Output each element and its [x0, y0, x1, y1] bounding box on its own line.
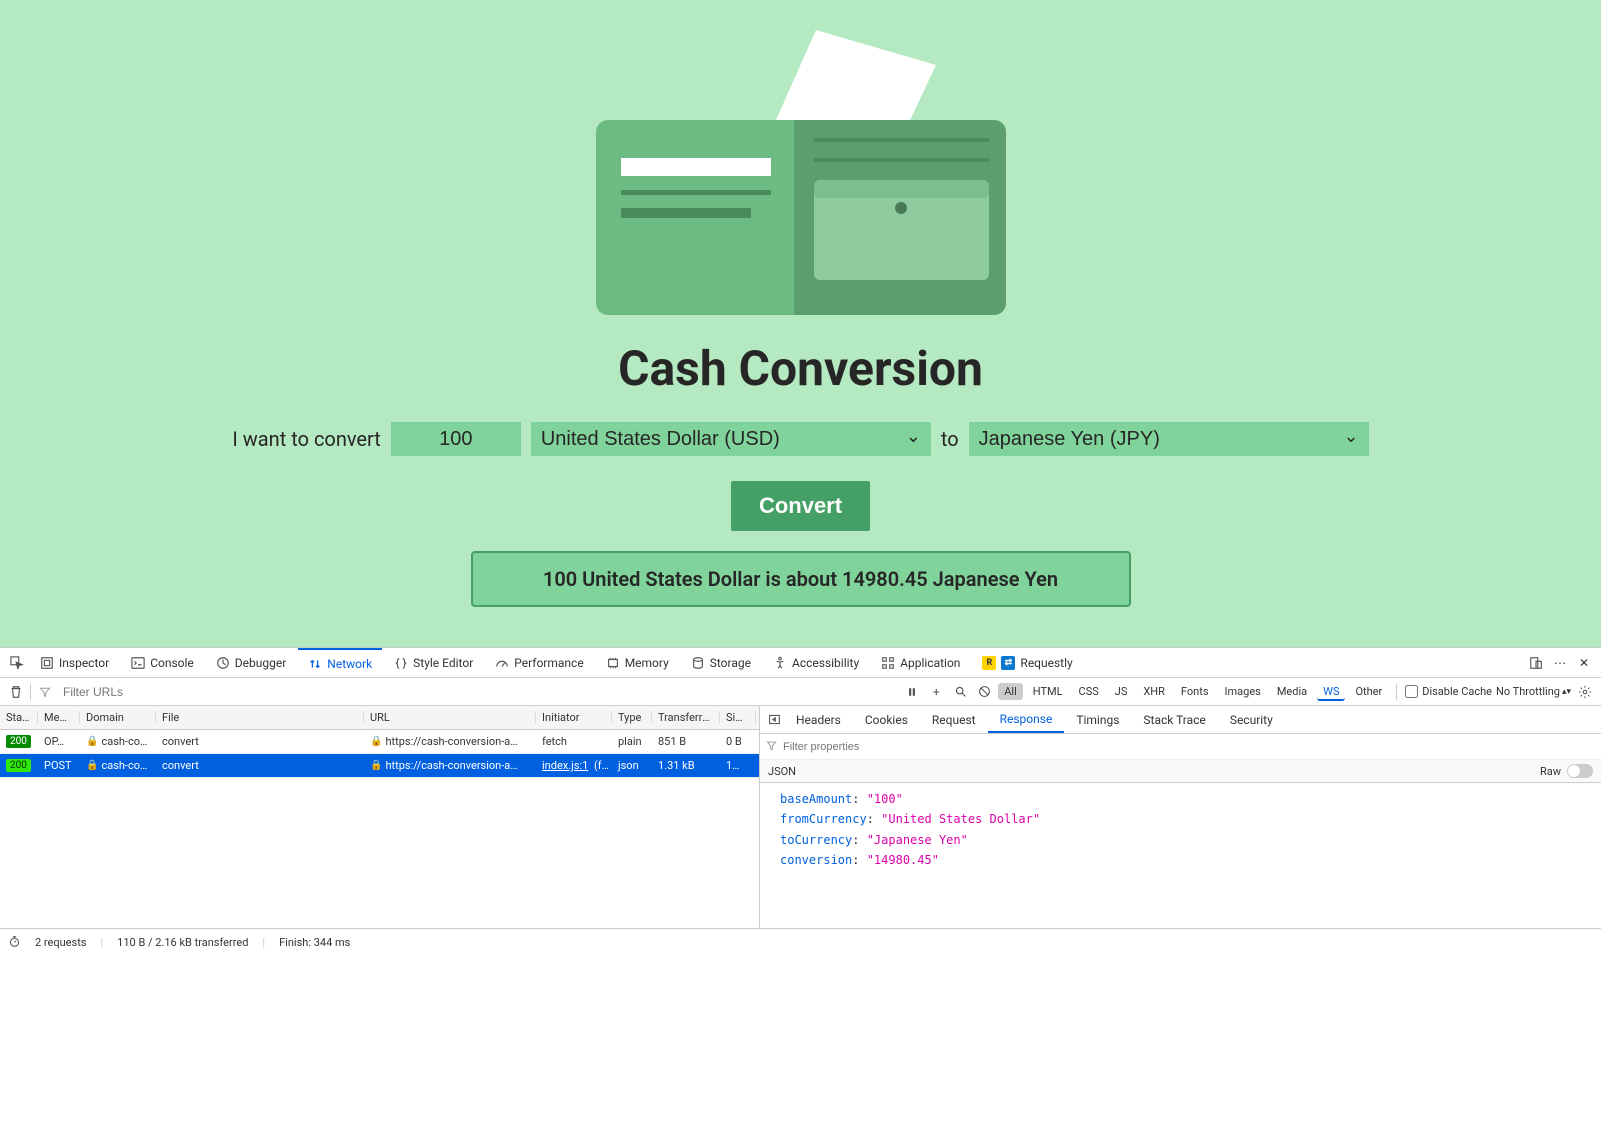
tab-memory[interactable]: Memory	[596, 648, 679, 677]
details-tab-stack-trace[interactable]: Stack Trace	[1131, 706, 1217, 733]
table-row[interactable]: 200 OP… 🔒cash-co… convert 🔒https://cash-…	[0, 730, 759, 754]
console-icon	[131, 656, 145, 670]
tab-application[interactable]: Application	[871, 648, 970, 677]
to-currency-select[interactable]: Japanese Yen (JPY)	[969, 422, 1369, 456]
debugger-icon	[216, 656, 230, 670]
th-initiator[interactable]: Initiator	[536, 711, 612, 724]
plus-icon[interactable]: +	[926, 682, 946, 702]
chip-xhr[interactable]: XHR	[1137, 683, 1171, 700]
footer-requests: 2 requests	[35, 936, 86, 949]
pause-icon[interactable]	[902, 682, 922, 702]
to-label: to	[941, 427, 959, 451]
inspect-element-icon[interactable]	[6, 652, 28, 674]
trash-icon[interactable]	[6, 682, 26, 702]
tab-debugger[interactable]: Debugger	[206, 648, 297, 677]
convert-button[interactable]: Convert	[731, 481, 870, 531]
storage-icon	[691, 656, 705, 670]
filter-icon[interactable]	[35, 682, 55, 702]
convert-label: I want to convert	[232, 427, 380, 451]
json-section-header[interactable]: JSON Raw	[760, 760, 1601, 783]
app-page: Cash Conversion I want to convert United…	[0, 0, 1601, 647]
conversion-form: I want to convert United States Dollar (…	[0, 422, 1601, 456]
lock-icon: 🔒	[370, 736, 382, 747]
network-icon	[308, 657, 322, 671]
details-tab-response[interactable]: Response	[988, 706, 1065, 733]
filter-urls-input[interactable]	[59, 683, 179, 701]
requestly-ext-icon2: ⇄	[1001, 656, 1015, 670]
chip-js[interactable]: JS	[1109, 683, 1134, 700]
network-footer: 2 requests | 110 B / 2.16 kB transferred…	[0, 928, 1601, 956]
tab-accessibility[interactable]: Accessibility	[763, 648, 869, 677]
chip-html[interactable]: HTML	[1027, 683, 1069, 700]
style-editor-icon	[394, 656, 408, 670]
close-icon[interactable]: ✕	[1573, 652, 1595, 674]
footer-transferred: 110 B / 2.16 kB transferred	[117, 936, 248, 949]
details-tab-security[interactable]: Security	[1218, 706, 1285, 733]
th-size[interactable]: Si…	[720, 711, 756, 724]
disable-cache-checkbox[interactable]: Disable Cache	[1405, 685, 1492, 698]
chip-ws[interactable]: WS	[1317, 683, 1345, 701]
th-domain[interactable]: Domain	[80, 711, 156, 724]
footer-finish: Finish: 344 ms	[279, 936, 350, 949]
requestly-ext-icon: R	[982, 656, 996, 670]
chip-fonts[interactable]: Fonts	[1175, 683, 1215, 700]
details-tab-headers[interactable]: Headers	[784, 706, 853, 733]
gear-icon[interactable]	[1575, 682, 1595, 702]
initiator-link[interactable]: index.js:1	[542, 759, 588, 772]
devtools-panel: Inspector Console Debugger Network Style…	[0, 647, 1601, 956]
th-transferred[interactable]: Transferred	[652, 711, 720, 724]
table-row[interactable]: 200 POST 🔒cash-co… convert 🔒https://cash…	[0, 754, 759, 778]
tab-inspector[interactable]: Inspector	[30, 648, 119, 677]
th-type[interactable]: Type	[612, 711, 652, 724]
throttling-select[interactable]: No Throttling ▴▾	[1496, 685, 1571, 698]
tab-performance[interactable]: Performance	[485, 648, 593, 677]
accessibility-icon	[773, 656, 787, 670]
details-panel: Headers Cookies Request Response Timings…	[760, 706, 1601, 928]
th-url[interactable]: URL	[364, 711, 536, 724]
chip-other[interactable]: Other	[1349, 683, 1388, 700]
network-toolbar: + All HTML CSS JS XHR Fonts Images Media…	[0, 678, 1601, 706]
th-file[interactable]: File	[156, 711, 364, 724]
chip-all[interactable]: All	[998, 683, 1023, 700]
details-tab-request[interactable]: Request	[920, 706, 988, 733]
devtools-tabs: Inspector Console Debugger Network Style…	[0, 648, 1601, 678]
from-currency-select[interactable]: United States Dollar (USD)	[531, 422, 931, 456]
performance-icon	[495, 656, 509, 670]
perf-icon[interactable]	[8, 935, 21, 951]
result-box: 100 United States Dollar is about 14980.…	[471, 551, 1131, 607]
back-icon[interactable]	[764, 710, 784, 730]
search-icon[interactable]	[950, 682, 970, 702]
details-tab-timings[interactable]: Timings	[1064, 706, 1131, 733]
app-title: Cash Conversion	[0, 340, 1601, 397]
th-method[interactable]: Me…	[38, 711, 80, 724]
filter-properties-input[interactable]	[783, 741, 1595, 753]
tab-network[interactable]: Network	[298, 648, 382, 677]
chip-css[interactable]: CSS	[1073, 683, 1105, 700]
filter-icon	[766, 740, 777, 754]
application-icon	[881, 656, 895, 670]
inspector-icon	[40, 656, 54, 670]
chip-images[interactable]: Images	[1219, 683, 1267, 700]
raw-toggle[interactable]	[1567, 764, 1593, 778]
block-icon[interactable]	[974, 682, 994, 702]
responsive-mode-icon[interactable]	[1525, 652, 1547, 674]
tab-requestly[interactable]: R⇄Requestly	[972, 648, 1082, 677]
chip-media[interactable]: Media	[1271, 683, 1313, 700]
details-tab-cookies[interactable]: Cookies	[853, 706, 920, 733]
amount-input[interactable]	[391, 422, 521, 456]
tab-console[interactable]: Console	[121, 648, 204, 677]
more-icon[interactable]: ⋯	[1549, 652, 1571, 674]
lock-icon: 🔒	[86, 760, 98, 771]
lock-icon: 🔒	[86, 736, 98, 747]
memory-icon	[606, 656, 620, 670]
json-body: baseAmount: "100" fromCurrency: "United …	[760, 783, 1601, 877]
lock-icon: 🔒	[370, 760, 382, 771]
tab-storage[interactable]: Storage	[681, 648, 761, 677]
th-status[interactable]: Stat…	[0, 711, 38, 724]
network-table: Stat… Me… Domain File URL Initiator Type…	[0, 706, 760, 928]
tab-style-editor[interactable]: Style Editor	[384, 648, 483, 677]
wallet-icon	[596, 30, 1006, 320]
